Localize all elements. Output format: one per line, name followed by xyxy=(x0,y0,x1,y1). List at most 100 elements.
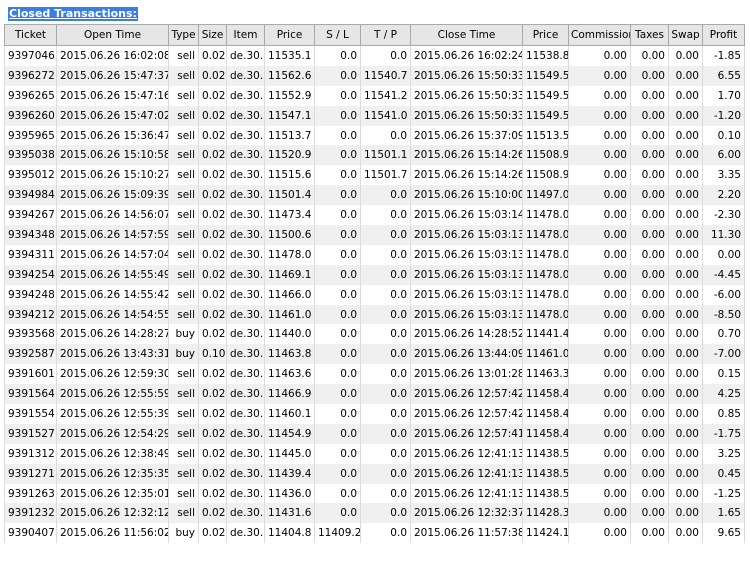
table-row[interactable]: 9397046 2015.06.26 16:02:08 sell 0.02 de.30.… xyxy=(4,45,745,66)
table-row[interactable]: 9394984 2015.06.26 15:09:39 sell 0.02 de.30.… xyxy=(4,185,745,206)
col-header-type[interactable]: Type xyxy=(168,24,199,46)
cell-take-profit: 0.0 xyxy=(360,423,411,444)
cell-profit: -7.00 xyxy=(702,344,745,365)
cell-item: de.30. xyxy=(226,324,265,345)
cell-size: 0.02 xyxy=(198,304,227,325)
table-row[interactable]: 9391263 2015.06.26 12:35:01 sell 0.02 de.30.… xyxy=(4,483,745,504)
col-header-ticket[interactable]: Ticket xyxy=(4,24,57,46)
cell-profit: 6.55 xyxy=(702,65,745,86)
table-row[interactable]: 9392587 2015.06.26 13:43:31 buy 0.10 de.30. 1… xyxy=(4,344,745,365)
table-row[interactable]: 9391564 2015.06.26 12:55:59 sell 0.02 de.30.… xyxy=(4,384,745,405)
cell-take-profit: 0.0 xyxy=(360,284,411,305)
col-header-stop-loss[interactable]: S / L xyxy=(314,24,361,46)
cell-close-time: 2015.06.26 15:14:26 xyxy=(410,145,523,166)
table-row[interactable]: 9391271 2015.06.26 12:35:35 sell 0.02 de.30.… xyxy=(4,463,745,484)
table-header-row: Ticket Open Time Type Size Item Price S … xyxy=(4,24,745,46)
table-row[interactable]: 9395965 2015.06.26 15:36:47 sell 0.02 de.30.… xyxy=(4,125,745,146)
cell-open-price: 11445.0 xyxy=(264,443,315,464)
table-row[interactable]: 9394248 2015.06.26 14:55:42 sell 0.02 de.30.… xyxy=(4,284,745,305)
cell-taxes: 0.00 xyxy=(630,45,669,66)
cell-type: sell xyxy=(168,503,199,524)
col-header-item[interactable]: Item xyxy=(226,24,265,46)
table-row[interactable]: 9396265 2015.06.26 15:47:16 sell 0.02 de.30.… xyxy=(4,85,745,106)
cell-item: de.30. xyxy=(226,503,265,524)
table-row[interactable]: 9394267 2015.06.26 14:56:07 sell 0.02 de.30.… xyxy=(4,205,745,226)
cell-open-time: 2015.06.26 13:43:31 xyxy=(56,344,169,365)
cell-taxes: 0.00 xyxy=(630,443,669,464)
table-row[interactable]: 9394348 2015.06.26 14:57:59 sell 0.02 de.30.… xyxy=(4,225,745,245)
cell-ticket: 9395038 xyxy=(4,145,57,166)
cell-close-time: 2015.06.26 15:03:13 xyxy=(410,225,523,245)
col-header-taxes[interactable]: Taxes xyxy=(630,24,669,46)
table-row[interactable]: 9394212 2015.06.26 14:54:55 sell 0.02 de.30.… xyxy=(4,304,745,325)
cell-size: 0.02 xyxy=(198,463,227,484)
cell-close-time: 2015.06.26 15:37:09 xyxy=(410,125,523,146)
table-row[interactable]: 9391232 2015.06.26 12:32:12 sell 0.02 de.30.… xyxy=(4,503,745,524)
cell-open-price: 11513.7 xyxy=(264,125,315,146)
table-row[interactable]: 9390407 2015.06.26 11:56:02 buy 0.02 de.30. 1… xyxy=(4,523,745,544)
cell-taxes: 0.00 xyxy=(630,145,669,166)
cell-close-price: 11478.0 xyxy=(522,205,569,226)
cell-open-time: 2015.06.26 12:55:39 xyxy=(56,404,169,424)
table-row[interactable]: 9391601 2015.06.26 12:59:30 sell 0.02 de.30.… xyxy=(4,364,745,385)
cell-take-profit: 0.0 xyxy=(360,244,411,265)
cell-stop-loss: 0.0 xyxy=(314,105,361,126)
col-header-profit[interactable]: Profit xyxy=(702,24,745,46)
cell-open-time: 2015.06.26 12:59:30 xyxy=(56,364,169,385)
cell-size: 0.02 xyxy=(198,523,227,544)
col-header-close-time[interactable]: Close Time xyxy=(410,24,523,46)
col-header-open-price[interactable]: Price xyxy=(264,24,315,46)
cell-commission: 0.00 xyxy=(568,463,631,484)
cell-profit: 0.00 xyxy=(702,244,745,265)
cell-close-price: 11438.5 xyxy=(522,483,569,504)
cell-open-time: 2015.06.26 16:02:08 xyxy=(56,45,169,66)
col-header-take-profit[interactable]: T / P xyxy=(360,24,411,46)
table-row[interactable]: 9391312 2015.06.26 12:38:49 sell 0.02 de.30.… xyxy=(4,443,745,464)
cell-taxes: 0.00 xyxy=(630,225,669,245)
cell-close-time: 2015.06.26 16:02:24 xyxy=(410,45,523,66)
cell-taxes: 0.00 xyxy=(630,205,669,226)
cell-close-time: 2015.06.26 11:57:38 xyxy=(410,523,523,544)
table-row[interactable]: 9394311 2015.06.26 14:57:04 sell 0.02 de.30.… xyxy=(4,244,745,265)
table-row[interactable]: 9396272 2015.06.26 15:47:37 sell 0.02 de.30.… xyxy=(4,65,745,86)
table-row[interactable]: 9393568 2015.06.26 14:28:27 buy 0.02 de.30. 1… xyxy=(4,324,745,345)
col-header-open-time[interactable]: Open Time xyxy=(56,24,169,46)
cell-commission: 0.00 xyxy=(568,145,631,166)
cell-type: buy xyxy=(168,344,199,365)
cell-close-price: 11441.4 xyxy=(522,324,569,345)
table-row[interactable]: 9391527 2015.06.26 12:54:29 sell 0.02 de.30.… xyxy=(4,423,745,444)
cell-ticket: 9391232 xyxy=(4,503,57,524)
cell-taxes: 0.00 xyxy=(630,105,669,126)
cell-commission: 0.00 xyxy=(568,244,631,265)
cell-profit: 1.65 xyxy=(702,503,745,524)
cell-swap: 0.00 xyxy=(668,304,703,325)
cell-type: sell xyxy=(168,225,199,245)
cell-swap: 0.00 xyxy=(668,244,703,265)
cell-open-time: 2015.06.26 14:57:04 xyxy=(56,244,169,265)
cell-size: 0.02 xyxy=(198,105,227,126)
col-header-close-price[interactable]: Price xyxy=(522,24,569,46)
cell-close-time: 2015.06.26 12:41:13 xyxy=(410,443,523,464)
cell-type: sell xyxy=(168,284,199,305)
cell-open-time: 2015.06.26 12:35:01 xyxy=(56,483,169,504)
table-row[interactable]: 9391554 2015.06.26 12:55:39 sell 0.02 de.30.… xyxy=(4,404,745,424)
cell-profit: 0.10 xyxy=(702,125,745,146)
cell-profit: -6.00 xyxy=(702,284,745,305)
cell-commission: 0.00 xyxy=(568,165,631,186)
table-row[interactable]: 9396260 2015.06.26 15:47:02 sell 0.02 de.30.… xyxy=(4,105,745,126)
table-row[interactable]: 9394254 2015.06.26 14:55:49 sell 0.02 de.30.… xyxy=(4,264,745,285)
cell-close-price: 11549.5 xyxy=(522,65,569,86)
table-row[interactable]: 9395038 2015.06.26 15:10:58 sell 0.02 de.30.… xyxy=(4,145,745,166)
cell-stop-loss: 0.0 xyxy=(314,443,361,464)
col-header-commission[interactable]: Commission xyxy=(568,24,631,46)
cell-commission: 0.00 xyxy=(568,423,631,444)
cell-take-profit: 0.0 xyxy=(360,523,411,544)
cell-swap: 0.00 xyxy=(668,384,703,405)
cell-swap: 0.00 xyxy=(668,423,703,444)
cell-taxes: 0.00 xyxy=(630,65,669,86)
col-header-swap[interactable]: Swap xyxy=(668,24,703,46)
col-header-size[interactable]: Size xyxy=(198,24,227,46)
table-row[interactable]: 9395012 2015.06.26 15:10:27 sell 0.02 de.30.… xyxy=(4,165,745,186)
cell-close-time: 2015.06.26 12:57:42 xyxy=(410,384,523,405)
header-area: Closed Transactions: xyxy=(0,0,750,22)
